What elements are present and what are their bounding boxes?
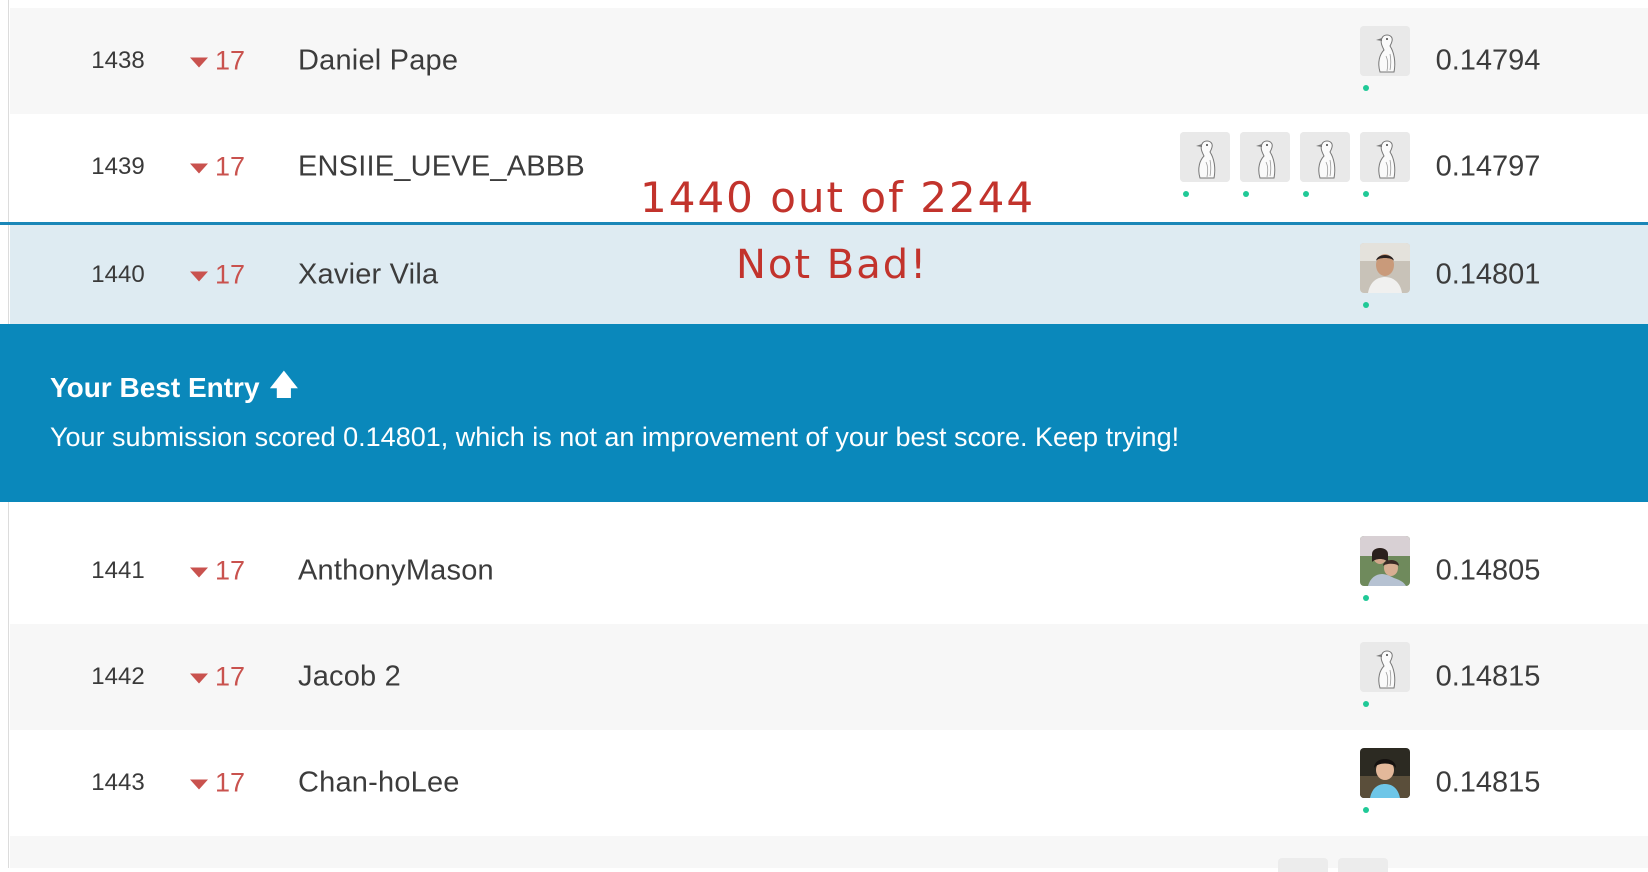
rank-change-value: 17 bbox=[215, 767, 246, 798]
team-members bbox=[1360, 26, 1410, 96]
rank-change-value: 17 bbox=[215, 555, 246, 586]
team-member[interactable] bbox=[1360, 642, 1410, 712]
default-avatar-icon[interactable] bbox=[1300, 132, 1350, 182]
rank-change-value: 17 bbox=[215, 259, 246, 290]
caret-down-icon bbox=[190, 567, 208, 577]
caret-down-icon bbox=[190, 163, 208, 173]
score: 0.14815 bbox=[1435, 660, 1541, 693]
caret-down-icon bbox=[190, 779, 208, 789]
rank-change-value: 17 bbox=[215, 45, 246, 76]
rank-number: 1439 bbox=[91, 153, 145, 180]
online-indicator bbox=[1363, 595, 1369, 601]
leaderboard-row[interactable]: 1438 17 Daniel Pape 0.14794 bbox=[10, 8, 1648, 114]
banner-title: Your Best Entry 🡅 bbox=[50, 364, 298, 412]
leaderboard: 1438 17 Daniel Pape 0.14794 1439 17 ENSI… bbox=[0, 0, 1648, 872]
team-member[interactable] bbox=[1180, 132, 1230, 202]
photo-avatar-icon[interactable] bbox=[1360, 536, 1410, 586]
default-avatar-icon bbox=[1338, 858, 1388, 872]
rank-change: 17 bbox=[190, 768, 245, 799]
default-avatar-icon[interactable] bbox=[1360, 26, 1410, 76]
rank-number: 1441 bbox=[91, 557, 145, 584]
rank-annotation: 1440 out of 2244 bbox=[640, 173, 1036, 222]
rank-change: 17 bbox=[190, 46, 245, 77]
leaderboard-row[interactable]: 1443 17 Chan-hoLee 0.14815 bbox=[10, 730, 1648, 836]
default-avatar-icon[interactable] bbox=[1360, 642, 1410, 692]
team-members bbox=[1360, 536, 1410, 606]
team-members bbox=[1180, 132, 1410, 202]
team-members bbox=[1360, 642, 1410, 712]
banner-title-text: Your Best Entry bbox=[50, 372, 260, 403]
rank-change: 17 bbox=[190, 662, 245, 693]
photo-avatar-icon[interactable] bbox=[1360, 748, 1410, 798]
team-member[interactable] bbox=[1360, 132, 1410, 202]
team-name[interactable]: Daniel Pape bbox=[298, 45, 458, 78]
team-member[interactable] bbox=[1360, 536, 1410, 606]
caret-down-icon bbox=[190, 673, 208, 683]
team-members bbox=[1360, 243, 1410, 313]
rank-number: 1443 bbox=[91, 769, 145, 796]
rank-number: 1440 bbox=[91, 261, 145, 288]
score: 0.14797 bbox=[1435, 150, 1541, 183]
rank-change-value: 17 bbox=[215, 661, 246, 692]
online-indicator bbox=[1303, 191, 1309, 197]
leaderboard-row[interactable]: 1442 17 Jacob 2 0.14815 bbox=[10, 624, 1648, 730]
online-indicator bbox=[1363, 302, 1369, 308]
rank-number: 1438 bbox=[91, 47, 145, 74]
rank-change: 17 bbox=[190, 152, 245, 183]
team-member[interactable] bbox=[1240, 132, 1290, 202]
team-name[interactable]: Jacob 2 bbox=[298, 661, 401, 694]
score: 0.14794 bbox=[1435, 44, 1541, 77]
default-avatar-icon[interactable] bbox=[1180, 132, 1230, 182]
submission-result-banner: Your Best Entry 🡅 Your submission scored… bbox=[0, 324, 1648, 502]
online-indicator bbox=[1363, 85, 1369, 91]
online-indicator bbox=[1363, 191, 1369, 197]
caret-down-icon bbox=[190, 57, 208, 67]
score: 0.14805 bbox=[1435, 554, 1541, 587]
team-name[interactable]: Chan-hoLee bbox=[298, 767, 460, 800]
team-member[interactable] bbox=[1360, 26, 1410, 96]
team-members bbox=[1360, 748, 1410, 818]
rank-change: 17 bbox=[190, 556, 245, 587]
default-avatar-icon bbox=[1278, 858, 1328, 872]
team-name[interactable]: ENSIIE_UEVE_ABBB bbox=[298, 151, 585, 184]
leaderboard-row-partial[interactable] bbox=[10, 836, 1648, 868]
team-name[interactable]: Xavier Vila bbox=[298, 259, 438, 292]
online-indicator bbox=[1363, 701, 1369, 707]
rank-change-value: 17 bbox=[215, 151, 246, 182]
leaderboard-row[interactable]: 1441 17 AnthonyMason 0.14805 bbox=[10, 518, 1648, 624]
banner-message: Your submission scored 0.14801, which is… bbox=[50, 422, 1180, 452]
photo-avatar-icon[interactable] bbox=[1360, 243, 1410, 293]
online-indicator bbox=[1243, 191, 1249, 197]
team-member[interactable] bbox=[1360, 243, 1410, 313]
team-name[interactable]: AnthonyMason bbox=[298, 555, 494, 588]
rank-change: 17 bbox=[190, 260, 245, 291]
online-indicator bbox=[1363, 807, 1369, 813]
default-avatar-icon[interactable] bbox=[1360, 132, 1410, 182]
online-indicator bbox=[1183, 191, 1189, 197]
arrow-up-icon: 🡅 bbox=[269, 369, 299, 400]
default-avatar-icon[interactable] bbox=[1240, 132, 1290, 182]
team-member[interactable] bbox=[1300, 132, 1350, 202]
team-member[interactable] bbox=[1360, 748, 1410, 818]
rank-number: 1442 bbox=[91, 663, 145, 690]
score: 0.14801 bbox=[1435, 258, 1541, 291]
praise-annotation: Not Bad! bbox=[736, 242, 929, 288]
caret-down-icon bbox=[190, 271, 208, 281]
score: 0.14815 bbox=[1435, 766, 1541, 799]
